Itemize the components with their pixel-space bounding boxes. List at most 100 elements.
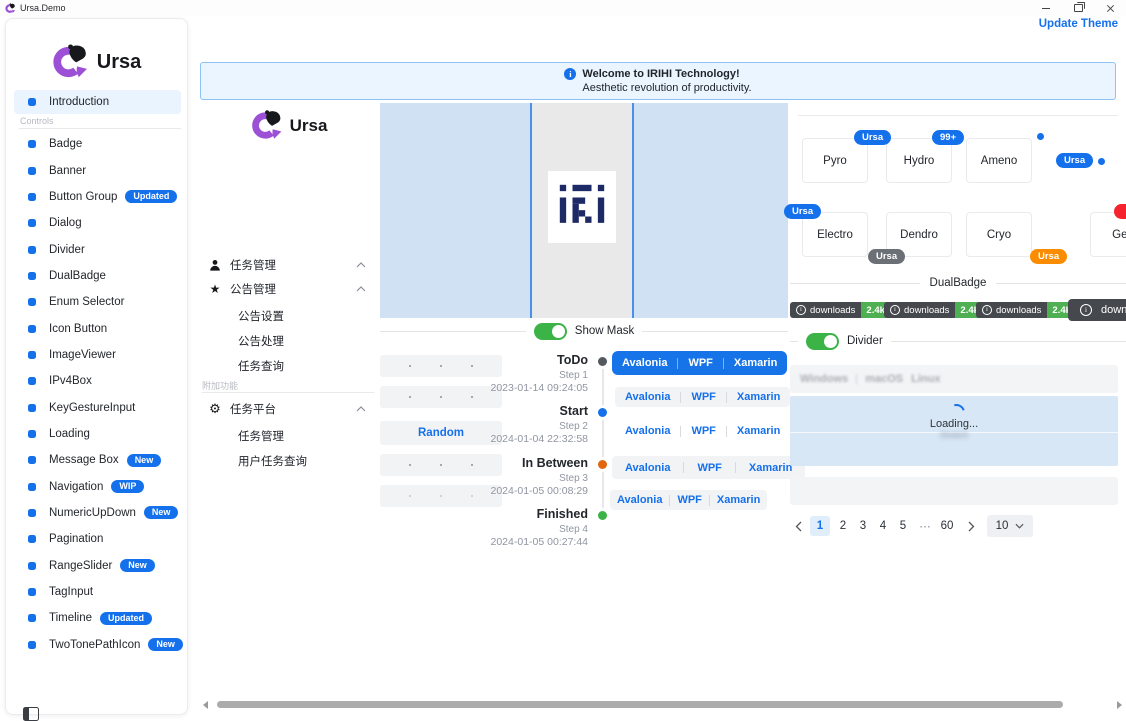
divider-toggle[interactable] — [806, 333, 839, 350]
sidebar-item-twotonepathicon[interactable]: TwoTonePathIconNew — [14, 632, 185, 658]
xamarin-button[interactable]: Xamarin — [727, 387, 790, 407]
sidebar-item-taginput[interactable]: TagInput — [14, 579, 185, 605]
sidebar-item-dialog[interactable]: Dialog — [14, 210, 185, 236]
sidebar-logo-text: Ursa — [97, 51, 141, 74]
info-icon: i — [1080, 304, 1092, 316]
avalonia-button[interactable]: Avalonia — [615, 387, 680, 407]
sidebar-item-ipv4box[interactable]: IPv4Box — [14, 368, 185, 394]
status-badge: New — [120, 559, 155, 572]
bullet-icon — [28, 641, 36, 649]
section-divider — [202, 392, 374, 393]
page-button-1[interactable]: 1 — [810, 516, 830, 536]
bullet-icon — [28, 98, 36, 106]
badge-demo-panel: Pyro Hydro Ameno Ursa 99+ Ursa Electro D… — [790, 103, 1126, 573]
loading-container: Stretch Loading... — [790, 396, 1118, 466]
badge-card-ameno: Ameno — [966, 138, 1032, 183]
sidebar-collapse-button[interactable] — [23, 707, 39, 721]
button-group-light: Avalonia WPF Xamarin — [615, 387, 790, 407]
toggle-knob — [552, 325, 565, 338]
sidebar-item-introduction[interactable]: Introduction — [14, 90, 181, 114]
page-button-3[interactable]: 3 — [853, 516, 873, 536]
bullet-icon — [28, 272, 36, 280]
wpf-button[interactable]: WPF — [681, 421, 725, 441]
sidebar-item-keygestureinput[interactable]: KeyGestureInput — [14, 394, 185, 420]
next-page-button[interactable] — [961, 516, 981, 536]
maximize-button[interactable] — [1062, 0, 1094, 16]
sidebar-item-timeline[interactable]: TimelineUpdated — [14, 605, 185, 631]
avalonia-button[interactable]: Avalonia — [612, 456, 683, 479]
bullet-icon — [28, 325, 36, 333]
avalonia-button[interactable]: Avalonia — [612, 351, 677, 375]
sidebar-item-message-box[interactable]: Message BoxNew — [14, 447, 185, 473]
scroll-right-arrow[interactable] — [1117, 701, 1122, 709]
menu-section-extra: 附加功能 — [202, 379, 238, 392]
sidebar-section-controls: Controls — [20, 116, 54, 126]
show-mask-toggle[interactable] — [534, 323, 567, 340]
horizontal-scrollbar-thumb[interactable] — [217, 701, 1063, 708]
sidebar-item-badge[interactable]: Badge — [14, 131, 185, 157]
close-button[interactable] — [1094, 0, 1126, 16]
timeline-title: ToDo — [455, 353, 588, 367]
person-icon — [204, 259, 226, 271]
show-mask-divider: Show Mask — [380, 321, 788, 341]
section-divider — [19, 128, 181, 129]
show-mask-label: Show Mask — [575, 325, 634, 337]
sidebar-item-navigation[interactable]: NavigationWIP — [14, 473, 185, 499]
sidebar-item-icon-button[interactable]: Icon Button — [14, 315, 185, 341]
page-button-2[interactable]: 2 — [833, 516, 853, 536]
page-button-5[interactable]: 5 — [893, 516, 913, 536]
sidebar-item-button-group[interactable]: Button GroupUpdated — [14, 184, 185, 210]
xamarin-button[interactable]: Xamarin — [724, 351, 787, 375]
sidebar-item-loading[interactable]: Loading — [14, 421, 185, 447]
toggle-knob — [824, 335, 837, 348]
sidebar-item-numericupdown[interactable]: NumericUpDownNew — [14, 500, 185, 526]
sidebar-item-banner[interactable]: Banner — [14, 157, 185, 183]
info-icon: i — [890, 305, 900, 315]
dualbadge-downloads-large: i download — [1068, 299, 1126, 321]
xamarin-button[interactable]: Xamarin — [710, 490, 767, 510]
bullet-icon — [28, 298, 36, 306]
page-size-select[interactable]: 10 — [987, 515, 1033, 537]
count-badge: 99+ — [932, 130, 964, 145]
sidebar-item-divider[interactable]: Divider — [14, 236, 185, 262]
image-viewer[interactable] — [380, 103, 788, 318]
maximize-icon — [1074, 4, 1083, 12]
bullet-icon — [28, 430, 36, 438]
button-group-compact: Avalonia WPF Xamarin — [610, 490, 767, 510]
avalonia-button[interactable]: Avalonia — [610, 490, 669, 510]
menu-item-task-management[interactable]: 任务管理 — [200, 256, 378, 274]
dualbadge-downloads: idownloads 2.4k — [790, 302, 890, 318]
app-logo-icon — [5, 3, 16, 14]
wpf-button[interactable]: WPF — [678, 351, 722, 375]
page-button-60[interactable]: 60 — [937, 516, 957, 536]
menu-item-task-platform[interactable]: ⚙ 任务平台 — [200, 400, 378, 418]
minimize-button[interactable] — [1030, 0, 1062, 16]
update-theme-button[interactable]: Update Theme — [1039, 18, 1118, 30]
sidebar-item-pagination[interactable]: Pagination — [14, 526, 185, 552]
title-bar: Ursa.Demo — [0, 0, 1126, 16]
timeline: ToDo Step 1 2023-01-14 09:24:05 Start St… — [455, 348, 588, 558]
sidebar: Ursa Introduction Controls Badge Banner … — [5, 18, 188, 715]
sidebar-item-enum-selector[interactable]: Enum Selector — [14, 289, 185, 315]
sidebar-item-imageviewer[interactable]: ImageViewer — [14, 342, 185, 368]
badge-card-pyro: Pyro — [802, 138, 868, 183]
prev-page-button[interactable] — [788, 516, 808, 536]
page-button-4[interactable]: 4 — [873, 516, 893, 536]
sidebar-item-dualbadge[interactable]: DualBadge — [14, 263, 185, 289]
xamarin-button[interactable]: Xamarin — [727, 421, 790, 441]
banner-subtitle: Aesthetic revolution of productivity. — [582, 81, 751, 95]
page-ellipsis[interactable]: ⋯ — [915, 516, 935, 536]
standalone-ursa-badge: Ursa — [1056, 153, 1093, 168]
bullet-icon — [28, 140, 36, 148]
sidebar-item-rangeslider[interactable]: RangeSliderNew — [14, 553, 185, 579]
wpf-button[interactable]: WPF — [670, 490, 708, 510]
avalonia-button[interactable]: Avalonia — [615, 421, 680, 441]
scroll-left-arrow[interactable] — [203, 701, 208, 709]
viewer-mask-left — [380, 103, 530, 318]
wpf-button[interactable]: WPF — [684, 456, 734, 479]
menu-item-announcement-management[interactable]: ★ 公告管理 — [200, 280, 378, 298]
wpf-button[interactable]: WPF — [681, 387, 725, 407]
timeline-step: Step 2 — [455, 420, 588, 433]
timeline-dot-finished — [598, 511, 607, 520]
star-icon: ★ — [204, 283, 226, 295]
